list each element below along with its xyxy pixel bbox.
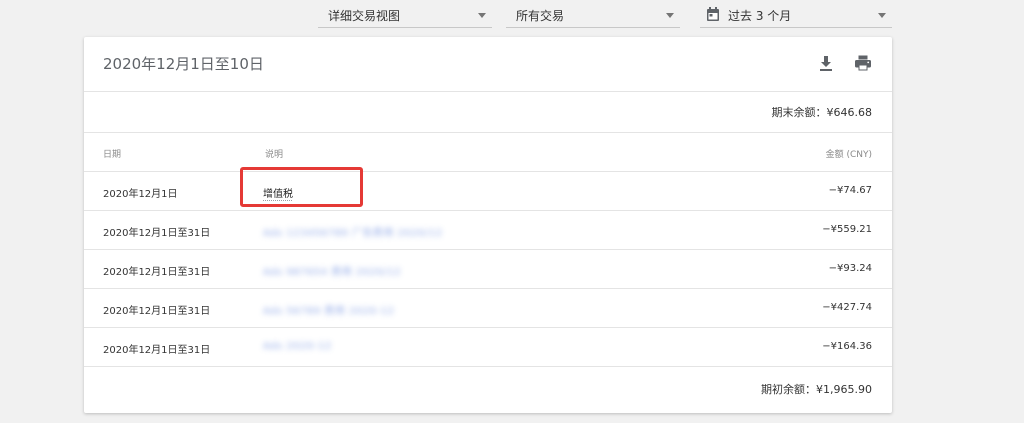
row-amount: −¥427.74: [822, 302, 872, 313]
table-row: 2020年12月1日至31日 Ads 56789 费用 2020-12 −¥42…: [84, 289, 892, 328]
row-description: Ads 2020-12: [263, 341, 332, 352]
description-link[interactable]: Ads 2020-12: [263, 341, 332, 352]
chevron-down-icon: [878, 13, 886, 18]
transaction-type-label: 所有交易: [516, 9, 565, 23]
chevron-down-icon: [478, 13, 486, 18]
row-amount: −¥74.67: [828, 185, 872, 196]
table-row: 2020年12月1日至31日 Ads 987654 费用 2020/12 −¥9…: [84, 250, 892, 289]
description-column-header: 说明: [265, 150, 284, 160]
date-range-dropdown[interactable]: 过去 3 个月: [700, 4, 892, 28]
row-amount: −¥93.24: [828, 263, 872, 274]
row-description: 增值税: [263, 185, 293, 200]
card-header: 2020年12月1日至10日: [84, 37, 892, 92]
transaction-type-dropdown[interactable]: 所有交易: [506, 4, 680, 28]
row-date: 2020年12月1日至31日: [103, 267, 211, 278]
ending-balance: 期末余额：¥646.68: [771, 106, 873, 119]
chevron-down-icon: [666, 13, 674, 18]
opening-balance: 期初余额：¥1,965.90: [761, 383, 872, 396]
description-link[interactable]: Ads 987654 费用 2020/12: [263, 263, 401, 278]
view-dropdown-label: 详细交易视图: [328, 9, 401, 23]
row-description: Ads 123456789 广告费用 2020/12: [263, 224, 443, 239]
row-amount: −¥164.36: [822, 341, 872, 352]
description-link[interactable]: Ads 56789 费用 2020-12: [263, 302, 394, 317]
table-row: 2020年12月1日 增值税 −¥74.67: [84, 172, 892, 211]
view-dropdown[interactable]: 详细交易视图: [318, 4, 492, 28]
row-date: 2020年12月1日至31日: [103, 345, 211, 356]
date-column-header: 日期: [103, 150, 122, 160]
transactions-card: 2020年12月1日至10日 期末余额：¥646.68 日期 说明 金额 (CN…: [84, 37, 892, 413]
filter-bar: 详细交易视图 所有交易 过去 3 个月: [0, 0, 1024, 34]
download-icon[interactable]: [817, 54, 835, 72]
calendar-icon: [707, 7, 719, 21]
date-range-label: 过去 3 个月: [728, 9, 792, 23]
row-description: Ads 987654 费用 2020/12: [263, 263, 401, 278]
table-row: 2020年12月1日至31日 Ads 123456789 广告费用 2020/1…: [84, 211, 892, 250]
description-link[interactable]: Ads 123456789 广告费用 2020/12: [263, 224, 443, 239]
table-row: 2020年12月1日至31日 Ads 2020-12 −¥164.36: [84, 328, 892, 367]
ending-balance-row: 期末余额：¥646.68: [84, 92, 892, 133]
row-date: 2020年12月1日: [103, 189, 178, 200]
row-date: 2020年12月1日至31日: [103, 228, 211, 239]
page-title: 2020年12月1日至10日: [103, 55, 264, 73]
row-amount: −¥559.21: [822, 224, 872, 235]
print-icon[interactable]: [854, 54, 872, 72]
description-link[interactable]: 增值税: [263, 189, 293, 200]
opening-balance-row: 期初余额：¥1,965.90: [84, 367, 892, 413]
row-description: Ads 56789 费用 2020-12: [263, 302, 394, 317]
row-date: 2020年12月1日至31日: [103, 306, 211, 317]
amount-column-header: 金额 (CNY): [825, 150, 872, 160]
table-header: 日期 说明 金额 (CNY): [84, 133, 892, 172]
